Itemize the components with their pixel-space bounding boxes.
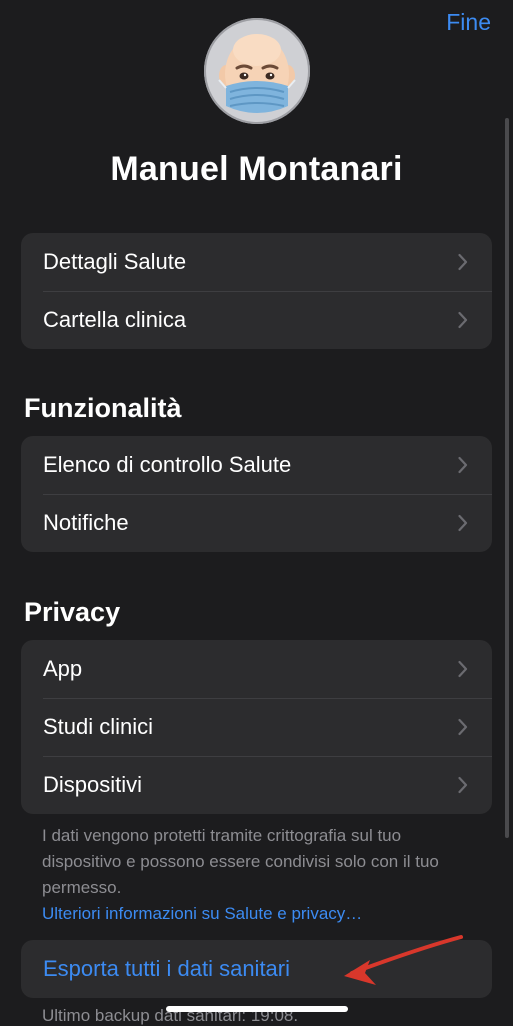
row-label: App [43, 656, 83, 681]
row-dettagli-salute[interactable]: Dettagli Salute [21, 233, 492, 291]
privacy-footnote: I dati vengono protetti tramite crittogr… [42, 823, 482, 927]
row-label: Cartella clinica [43, 307, 187, 332]
section-title-features: Funzionalità [24, 393, 182, 423]
row-notifications[interactable]: Notifiche [21, 494, 492, 552]
row-label: Dettagli Salute [43, 249, 187, 274]
row-cartella-clinica[interactable]: Cartella clinica [21, 291, 492, 349]
privacy-learn-more-link[interactable]: Ulteriori informazioni su Salute e priva… [42, 901, 482, 927]
row-label: Elenco di controllo Salute [43, 452, 292, 477]
health-main-group: Dettagli Salute Cartella clinica [21, 233, 492, 349]
scrollbar[interactable] [505, 118, 509, 838]
chevron-right-icon [458, 253, 468, 271]
red-annotation-arrow-icon [344, 935, 463, 985]
privacy-group: App Studi clinici Dispositivi [21, 640, 492, 814]
features-group: Elenco di controllo Salute Notifiche [21, 436, 492, 552]
row-devices[interactable]: Dispositivi [21, 756, 492, 814]
chevron-right-icon [458, 660, 468, 678]
chevron-right-icon [458, 456, 468, 474]
row-label: Dispositivi [43, 772, 143, 797]
row-clinical-studies[interactable]: Studi clinici [21, 698, 492, 756]
profile-avatar[interactable] [204, 18, 310, 124]
row-label: Notifiche [43, 510, 129, 535]
privacy-footnote-text: I dati vengono protetti tramite crittogr… [42, 826, 439, 897]
memoji-avatar-icon [218, 34, 296, 113]
export-label: Esporta tutti i dati sanitari [43, 956, 291, 981]
chevron-right-icon [458, 311, 468, 329]
chevron-right-icon [458, 718, 468, 736]
row-health-checklist[interactable]: Elenco di controllo Salute [21, 436, 492, 494]
profile-name: Manuel Montanari [110, 150, 403, 188]
done-button[interactable]: Fine [446, 9, 491, 36]
row-apps[interactable]: App [21, 640, 492, 698]
chevron-right-icon [458, 514, 468, 532]
row-label: Studi clinici [43, 714, 154, 739]
home-indicator[interactable] [166, 1006, 348, 1012]
chevron-right-icon [458, 776, 468, 794]
section-title-privacy: Privacy [24, 597, 121, 627]
